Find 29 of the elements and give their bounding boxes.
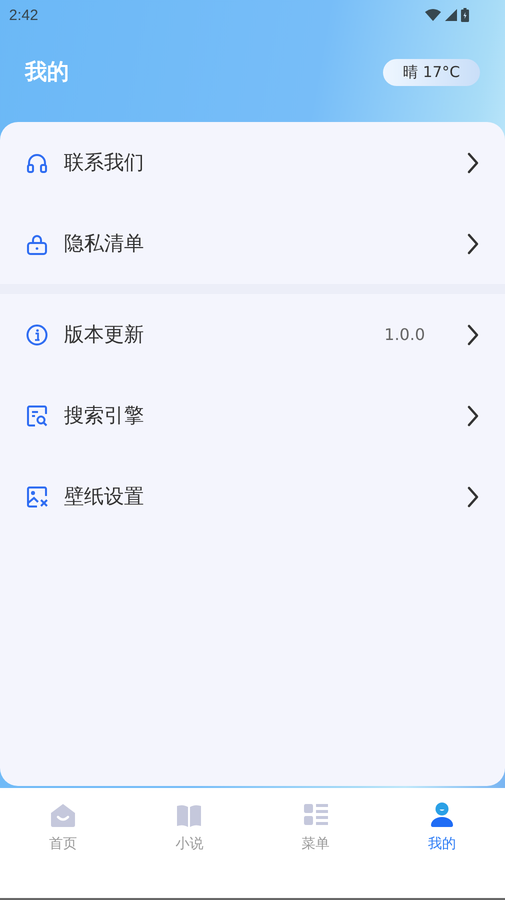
home-icon <box>49 801 78 829</box>
chevron-right-icon <box>467 324 479 346</box>
headset-icon <box>26 152 48 174</box>
chevron-right-icon <box>467 152 479 174</box>
row-label: 隐私清单 <box>64 230 145 257</box>
battery-icon <box>461 8 469 22</box>
chevron-right-icon <box>467 232 479 254</box>
settings-row[interactable]: 版本更新 1.0.0 <box>0 294 505 375</box>
row-label: 联系我们 <box>64 149 145 176</box>
wifi-icon <box>425 9 441 21</box>
chevron-right-icon <box>467 486 479 508</box>
chevron-right-icon <box>467 404 479 426</box>
search-icon <box>26 404 48 426</box>
row-label: 壁纸设置 <box>64 483 145 510</box>
row-label: 版本更新 <box>64 321 145 348</box>
version-value: 1.0.0 <box>384 325 425 344</box>
nav-tab[interactable]: 我的 <box>378 788 505 898</box>
settings-row[interactable]: 联系我们 <box>0 122 505 203</box>
info-icon <box>26 324 48 346</box>
weather-badge: 晴 17°C <box>383 58 480 86</box>
settings-row[interactable]: 隐私清单 <box>0 203 505 284</box>
status-time: 2:42 <box>9 6 38 24</box>
row-label: 搜索引擎 <box>64 402 145 429</box>
signal-icon <box>445 9 457 21</box>
page-title: 我的 <box>25 59 69 87</box>
picture-settings-icon <box>26 486 48 508</box>
settings-row[interactable]: 搜索引擎 <box>0 375 505 456</box>
lock-icon <box>26 232 48 254</box>
settings-row[interactable]: 壁纸设置 <box>0 456 505 537</box>
